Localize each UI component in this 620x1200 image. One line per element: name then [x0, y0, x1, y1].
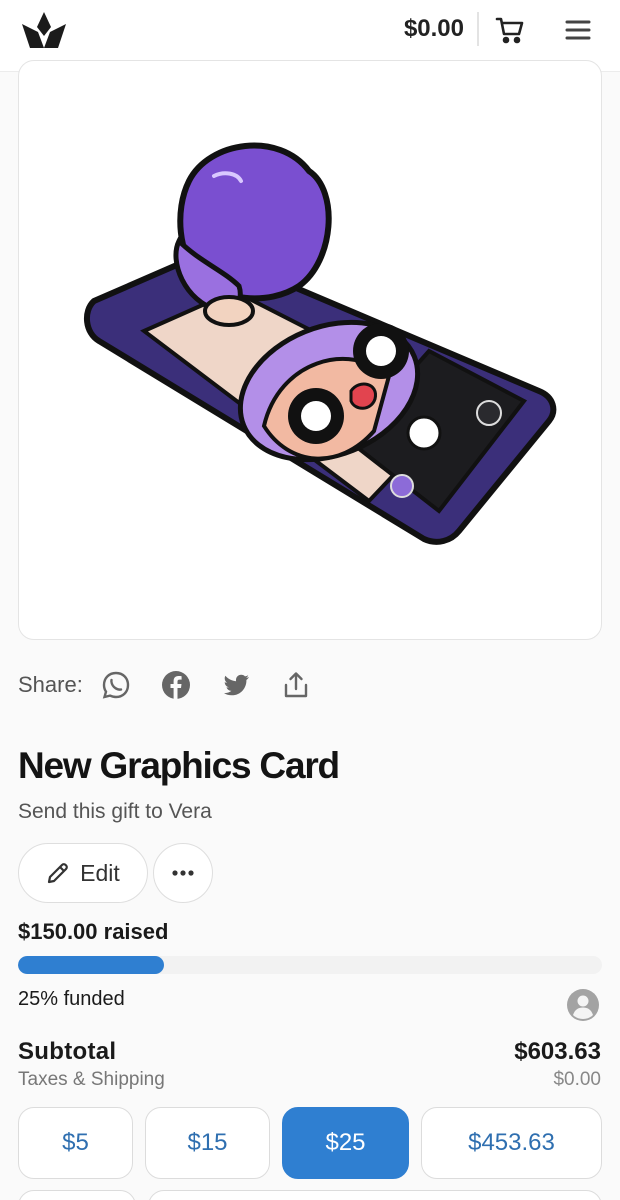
gift-image-card[interactable] — [18, 60, 602, 640]
amount-button-453-63[interactable]: $453.63 — [421, 1107, 602, 1179]
amount-button-15[interactable]: $15 — [145, 1107, 270, 1179]
amount-button-label: $453.63 — [468, 1129, 555, 1156]
amount-raised: $150.00 raised — [18, 919, 169, 944]
share-row: Share: — [18, 666, 339, 704]
taxes-shipping-label: Taxes & Shipping — [18, 1069, 165, 1090]
subtotal-label: Subtotal — [18, 1038, 117, 1065]
header-divider — [477, 12, 479, 46]
amount-button-label: $15 — [187, 1129, 228, 1156]
gift-title: New Graphics Card — [18, 745, 340, 786]
share-label: Share: — [18, 672, 83, 697]
edit-button-label: Edit — [80, 859, 120, 886]
hamburger-menu-icon[interactable] — [562, 14, 594, 46]
user-avatar-icon[interactable] — [566, 988, 600, 1022]
funded-percent: 25% funded — [18, 988, 125, 1010]
facebook-icon[interactable] — [159, 668, 193, 702]
share-upload-icon[interactable] — [279, 668, 313, 702]
amount-button-25[interactable]: $25 — [282, 1107, 409, 1179]
cart-balance[interactable]: $0.00 — [388, 14, 464, 44]
amount-button-5[interactable]: $5 — [18, 1107, 133, 1179]
twitter-icon[interactable] — [219, 668, 253, 702]
gift-subtitle: Send this gift to Vera — [18, 800, 212, 823]
amount-button-label: $5 — [62, 1129, 89, 1156]
funding-progress-fill — [18, 956, 164, 974]
subtotal-value: $603.63 — [514, 1038, 601, 1065]
edit-button[interactable]: Edit — [18, 843, 148, 903]
pencil-icon — [48, 863, 69, 884]
more-dots-icon — [172, 870, 194, 876]
funding-progress-bar — [18, 956, 602, 974]
amount-button-label: $25 — [325, 1129, 366, 1156]
amount-button-partial[interactable] — [18, 1190, 136, 1200]
crown-logo-icon[interactable] — [20, 10, 68, 50]
cart-icon[interactable] — [494, 14, 526, 46]
chibi-phone-selfie-illustration — [84, 142, 557, 545]
more-options-button[interactable] — [153, 843, 213, 903]
taxes-shipping-value: $0.00 — [553, 1069, 601, 1090]
custom-amount-button-partial[interactable] — [148, 1190, 602, 1200]
whatsapp-icon[interactable] — [99, 668, 133, 702]
